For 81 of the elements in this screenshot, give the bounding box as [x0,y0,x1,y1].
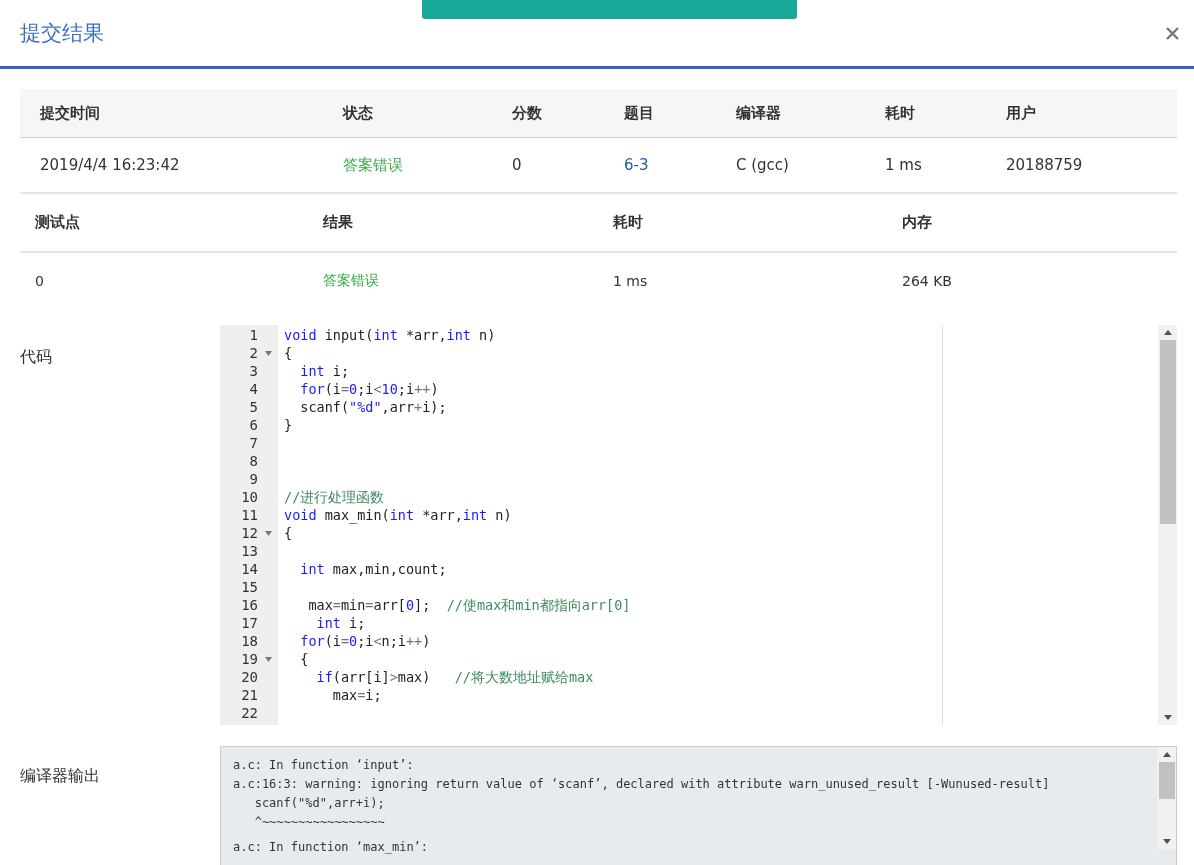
scroll-up-icon[interactable] [1163,330,1172,335]
code-line: int max,min,count; [299,561,447,577]
column-header: 耗时 [613,213,644,232]
line-number: 11 [241,506,258,524]
table-cell-text: 2019/4/4 16:23:42 [40,156,181,174]
line-number: 16 [241,596,258,614]
column-header: 结果 [323,213,354,232]
column-header: 分数 [512,103,543,123]
output-line: a.c: In function ‘max_min’: [233,840,429,854]
code-line: for(i=0;i<10;i++) [299,381,439,397]
line-number: 13 [241,542,258,560]
line-number: 20 [241,668,258,686]
dialog-title: 提交结果 [20,20,104,47]
column-header: 题目 [624,103,655,123]
table-cell-text: 0 [512,156,523,174]
line-number: 14 [241,560,258,578]
code-line: max=min=arr[0]; //使max和min都指向arr[0] [307,597,631,613]
problem-link[interactable]: 6-3 [624,156,736,174]
column-header: 用户 [1006,103,1037,123]
line-number: 22 [241,704,258,722]
line-number: 17 [241,614,258,632]
table-cell-text: C (gcc) [736,156,790,174]
table-cell-text: 20188759 [1006,156,1084,174]
code-line: { [284,345,293,361]
line-number: 3 [249,362,258,380]
line-number: 1 [249,326,258,344]
code-line: for(i=0;i<n;i++) [299,633,431,649]
line-number: 2 [249,344,258,362]
code-line: { [284,525,293,541]
line-number: 5 [249,398,258,416]
column-header: 内存 [902,213,933,232]
status-text: 答案错误 [323,271,380,290]
scrollbar[interactable] [1158,325,1177,725]
output-line: a.c: In function ‘input’: [233,758,414,772]
fold-icon[interactable] [265,531,272,536]
column-header: 编译器 [736,103,782,123]
line-number: 18 [241,632,258,650]
fold-icon[interactable] [265,657,272,662]
code-line: } [284,417,293,433]
table-cell-text: 1 ms [613,272,649,289]
line-number: 7 [249,434,258,452]
line-number: 21 [241,686,258,704]
output-line: a.c:16:3: warning: ignoring return value of ‘scanf’, declared with attribute warn_unused_result [-Wunused-result] [233,777,1050,791]
code-line: scanf("%d",arr+i); [299,399,447,415]
code-line: void max_min(int *arr,int n) [284,507,512,523]
fold-icon[interactable] [265,351,272,356]
scrollbar-thumb[interactable] [1159,340,1176,524]
code-line: //进行处理函数 [284,489,385,505]
code-line: { [299,651,309,667]
code-line: int i; [315,615,366,631]
code-line: int i; [299,363,350,379]
code-label: 代码 [20,346,53,368]
compiler-output-label: 编译器输出 [20,765,101,787]
line-number: 15 [241,578,258,596]
column-header: 测试点 [35,213,81,232]
scrollbar-thumb[interactable] [1158,762,1175,799]
line-number: 9 [249,470,258,488]
column-header: 状态 [343,103,374,123]
line-number: 19 [241,650,258,668]
compiler-output-box[interactable] [220,746,1177,865]
close-icon[interactable] [1164,25,1180,41]
output-line: scanf("%d",arr+i); [253,796,385,810]
line-number: 6 [249,416,258,434]
table-cell-text: 1 ms [885,156,923,174]
line-number: 8 [249,452,258,470]
table-cell-text: 0 [35,272,45,289]
column-header: 提交时间 [40,103,101,123]
table-cell-text: 264 KB [902,272,953,289]
output-line: ^~~~~~~~~~~~~~~~~~ [253,815,385,829]
column-header: 耗时 [885,103,916,123]
scrollbar[interactable] [1157,747,1176,849]
code-line: if(arr[i]>max) //将大数地址赋给max [315,669,594,685]
line-number: 12 [241,524,258,542]
scroll-down-icon[interactable] [1162,839,1171,844]
scroll-down-icon[interactable] [1163,715,1172,720]
scroll-up-icon[interactable] [1162,752,1171,757]
status-text: 答案错误 [343,155,404,175]
code-line: max=i; [331,687,382,703]
line-number: 10 [241,488,258,506]
line-number: 4 [249,380,258,398]
code-line: void input(int *arr,int n) [284,327,496,343]
